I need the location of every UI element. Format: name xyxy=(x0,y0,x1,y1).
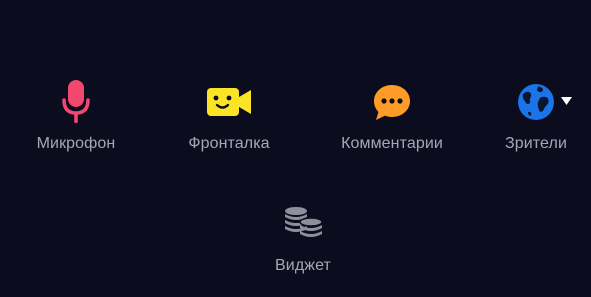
globe-icon xyxy=(512,78,560,126)
widget-button[interactable]: Виджет xyxy=(253,200,353,275)
comments-toggle-button[interactable]: Комментарии xyxy=(333,78,451,153)
comments-label: Комментарии xyxy=(341,135,443,152)
coins-stack-icon xyxy=(279,200,327,248)
front-camera-label: Фронталка xyxy=(188,135,270,152)
viewers-button[interactable]: Зрители xyxy=(496,78,576,153)
widget-label: Виджет xyxy=(275,257,331,274)
front-camera-icon xyxy=(205,78,253,126)
mic-toggle-button[interactable]: Микрофон xyxy=(26,78,126,153)
viewers-dropdown-caret-icon[interactable] xyxy=(560,96,572,106)
microphone-icon xyxy=(52,78,100,126)
mic-label: Микрофон xyxy=(36,135,116,152)
viewers-label: Зрители xyxy=(505,135,567,152)
front-camera-toggle-button[interactable]: Фронталка xyxy=(179,78,279,153)
stream-controls-panel: Микрофон Фронталка Комментарии Зрители В… xyxy=(0,0,591,297)
speech-bubble-icon xyxy=(368,78,416,126)
